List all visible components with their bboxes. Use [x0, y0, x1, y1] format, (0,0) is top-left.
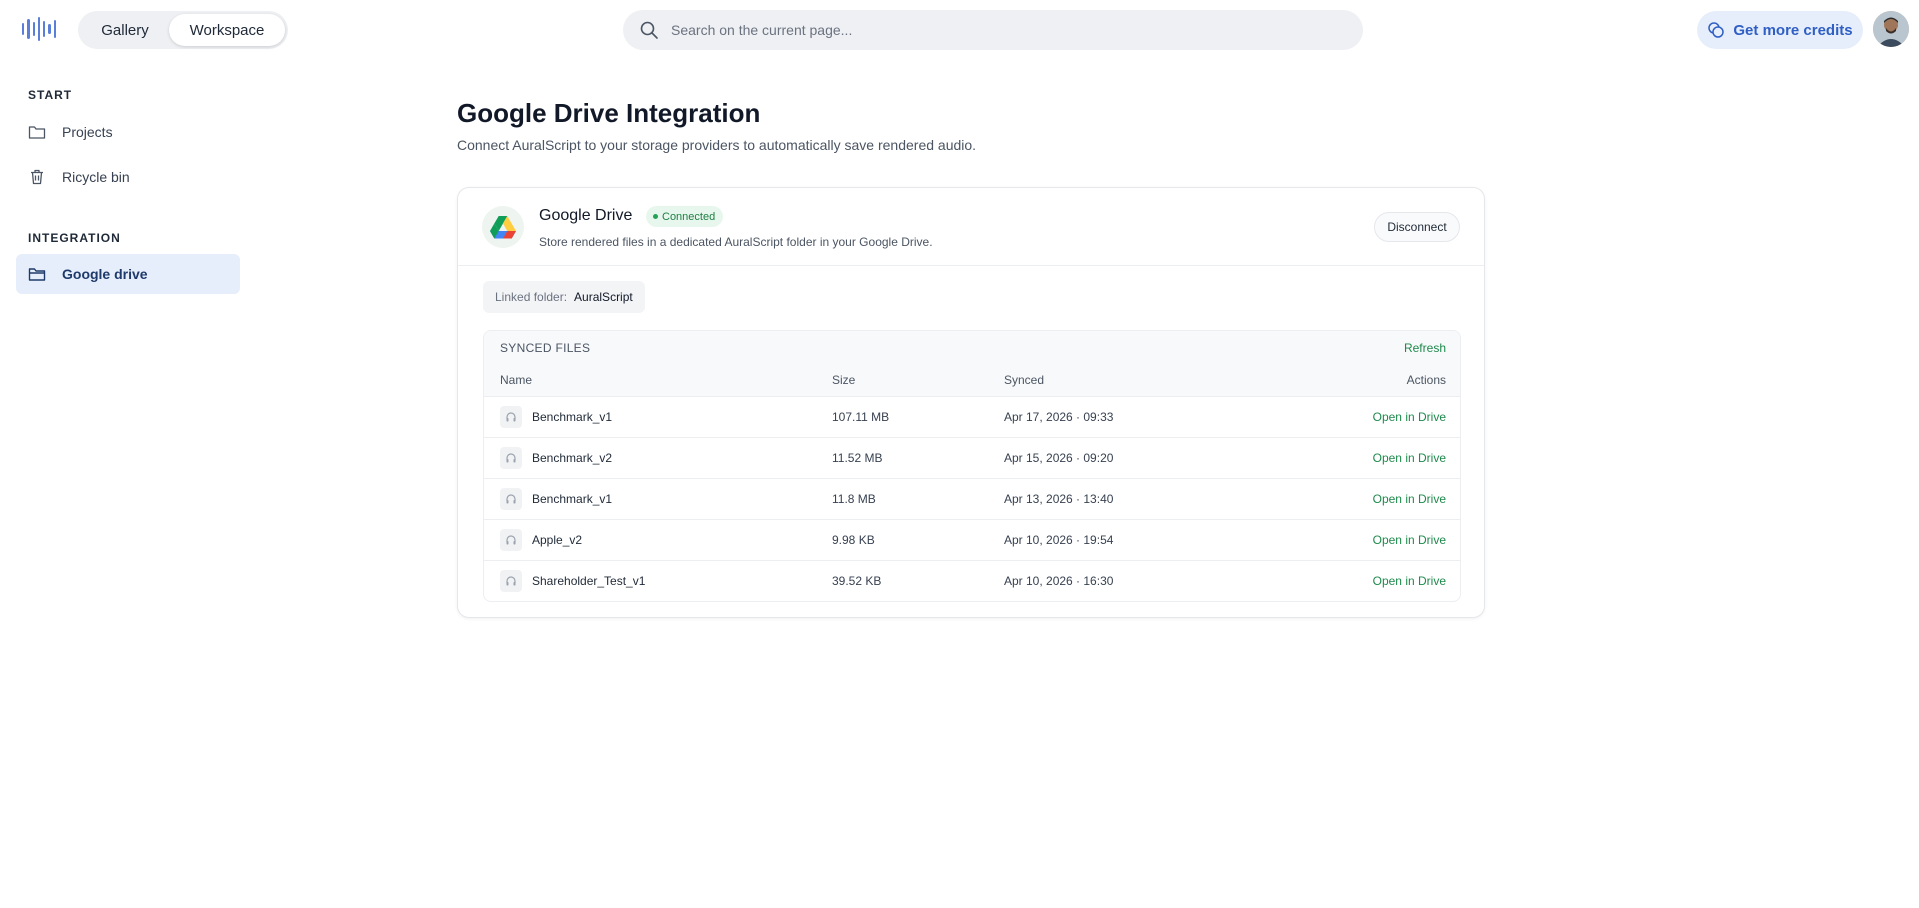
file-size: 107.11 MB [832, 410, 890, 424]
tab-workspace[interactable]: Workspace [169, 14, 285, 46]
status-dot-icon [653, 214, 658, 219]
headphones-icon [500, 447, 522, 469]
synced-files-header: SYNCED FILES Refresh Name Size Synced Ac… [484, 331, 1460, 397]
headphones-icon [500, 529, 522, 551]
open-in-drive-link[interactable]: Open in Drive [1373, 451, 1446, 465]
headphones-icon [500, 406, 522, 428]
credits-label: Get more credits [1733, 21, 1853, 39]
headphones-icon [500, 570, 522, 592]
sidebar-item-label: Projects [62, 124, 113, 140]
page-subtitle: Connect AuralScript to your storage prov… [457, 137, 977, 153]
file-size: 11.52 MB [832, 451, 883, 465]
synced-files-title: SYNCED FILES [500, 341, 591, 355]
folder-open-icon [28, 268, 46, 281]
get-more-credits-button[interactable]: Get more credits [1697, 11, 1863, 49]
sidebar-item-label: Google drive [62, 266, 148, 282]
file-synced-date: Apr 15, 2026 · 09:20 [1004, 451, 1114, 465]
file-name: Shareholder_Test_v1 [532, 574, 646, 588]
refresh-button[interactable]: Refresh [1404, 341, 1446, 355]
integration-card: Google Drive Connected Store rendered fi… [457, 187, 1485, 618]
open-in-drive-link[interactable]: Open in Drive [1373, 533, 1446, 547]
file-synced-date: Apr 10, 2026 · 19:54 [1004, 533, 1114, 547]
sidebar-item-projects[interactable]: Projects [16, 112, 240, 152]
open-in-drive-link[interactable]: Open in Drive [1373, 574, 1446, 588]
sidebar: START Projects Ricycle bin INTEGRATION G… [0, 60, 250, 908]
linked-folder-label: Linked folder: [495, 290, 568, 304]
table-row: Benchmark_v2 11.52 MB Apr 15, 2026 · 09:… [484, 438, 1460, 479]
search-input[interactable] [671, 22, 1331, 38]
file-name: Benchmark_v2 [532, 451, 613, 465]
file-size: 39.52 KB [832, 574, 882, 588]
table-row: Benchmark_v1 107.11 MB Apr 17, 2026 · 09… [484, 397, 1460, 438]
file-name: Benchmark_v1 [532, 410, 613, 424]
linked-folder-chip: Linked folder: AuralScript [483, 281, 645, 313]
folder-icon [28, 126, 46, 139]
coins-icon [1708, 22, 1725, 38]
top-bar: Gallery Workspace Get more credits [0, 0, 1919, 60]
app-logo-icon[interactable] [22, 16, 56, 42]
provider-header: Google Drive Connected Store rendered fi… [458, 188, 1484, 266]
table-row: Apple_v2 9.98 KB Apr 10, 2026 · 19:54 Op… [484, 520, 1460, 561]
file-synced-date: Apr 17, 2026 · 09:33 [1004, 410, 1114, 424]
tab-gallery[interactable]: Gallery [81, 14, 169, 46]
linked-folder-value: AuralScript [574, 290, 633, 304]
provider-name: Google Drive [539, 207, 633, 224]
trash-icon [31, 169, 43, 185]
search-bar[interactable] [623, 10, 1363, 50]
synced-files-table: SYNCED FILES Refresh Name Size Synced Ac… [483, 330, 1461, 602]
avatar[interactable] [1873, 11, 1909, 47]
open-in-drive-link[interactable]: Open in Drive [1373, 410, 1446, 424]
sidebar-item-google-drive[interactable]: Google drive [16, 254, 240, 294]
user-avatar-icon [1873, 11, 1909, 47]
sidebar-item-label: Ricycle bin [62, 169, 130, 185]
column-header-name: Name [500, 373, 533, 387]
file-size: 11.8 MB [832, 492, 876, 506]
open-in-drive-link[interactable]: Open in Drive [1373, 492, 1446, 506]
file-synced-date: Apr 13, 2026 · 13:40 [1004, 492, 1114, 506]
page-title: Google Drive Integration [457, 98, 761, 128]
status-label: Connected [662, 210, 716, 223]
disconnect-button[interactable]: Disconnect [1374, 212, 1460, 242]
status-badge: Connected [646, 206, 724, 227]
column-header-synced: Synced [1004, 373, 1045, 387]
headphones-icon [500, 488, 522, 510]
table-row: Benchmark_v1 11.8 MB Apr 13, 2026 · 13:4… [484, 479, 1460, 520]
table-row: Shareholder_Test_v1 39.52 KB Apr 10, 202… [484, 561, 1460, 601]
file-name: Benchmark_v1 [532, 492, 613, 506]
sidebar-section-integration: INTEGRATION [28, 231, 121, 245]
file-name: Apple_v2 [532, 533, 583, 547]
file-synced-date: Apr 10, 2026 · 16:30 [1004, 574, 1114, 588]
view-switcher: Gallery Workspace [78, 11, 288, 49]
sidebar-item-recycle-bin[interactable]: Ricycle bin [16, 157, 240, 197]
file-size: 9.98 KB [832, 533, 875, 547]
sidebar-section-start: START [28, 88, 73, 102]
search-icon [640, 21, 658, 39]
google-drive-logo-icon [482, 206, 524, 248]
provider-description: Store rendered files in a dedicated Aura… [539, 235, 933, 249]
column-header-actions: Actions [1406, 373, 1446, 387]
column-header-size: Size [832, 373, 856, 387]
